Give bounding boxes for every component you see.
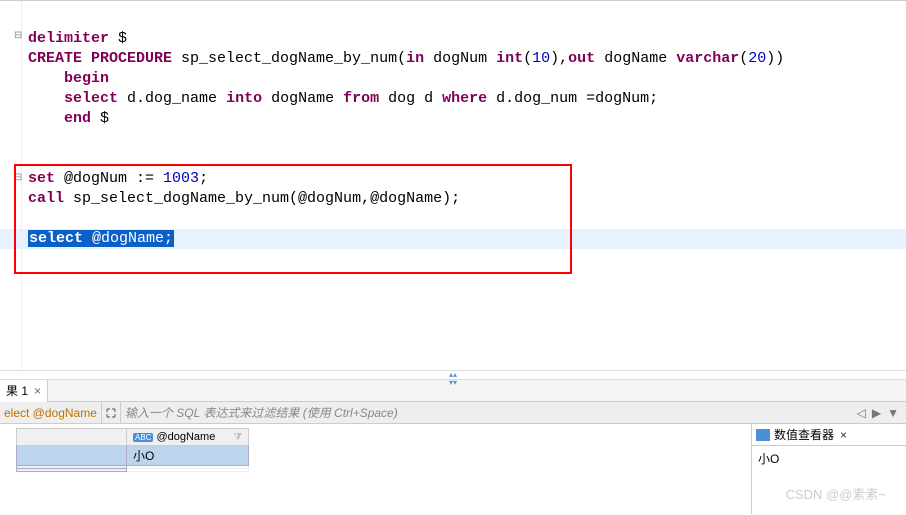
- nav-next-icon[interactable]: ▶: [869, 406, 884, 420]
- pane-splitter[interactable]: ▴▴▾▾: [0, 370, 906, 380]
- code-line-highlighted: select @dogName;: [0, 229, 906, 249]
- editor-gutter: ⊟ ⊟: [0, 1, 22, 370]
- close-icon[interactable]: ×: [34, 384, 41, 398]
- viewer-title: 数值查看器: [774, 426, 834, 443]
- code-line: [28, 130, 37, 147]
- filter-input[interactable]: 输入一个 SQL 表达式来过滤结果 (使用 Ctrl+Space): [121, 404, 854, 421]
- result-tab-1[interactable]: 果 1 ×: [0, 380, 48, 402]
- row-handle: [17, 469, 127, 472]
- code-line: delimiter $: [28, 30, 127, 47]
- column-name: @dogName: [156, 431, 215, 443]
- close-icon[interactable]: ×: [840, 428, 847, 442]
- viewer-value: 小O: [752, 446, 906, 471]
- expand-icon[interactable]: [102, 402, 121, 424]
- code-line: begin: [28, 70, 109, 87]
- results-filter-bar: elect @dogName 输入一个 SQL 表达式来过滤结果 (使用 Ctr…: [0, 402, 906, 424]
- code-line: call sp_select_dogName_by_num(@dogNum,@d…: [28, 190, 460, 207]
- column-header-dogname[interactable]: ABC@dogName ⧩: [127, 429, 249, 446]
- grid-corner: [17, 429, 127, 446]
- code-line: [28, 210, 37, 227]
- code-line: [28, 150, 37, 167]
- value-viewer-header: 数值查看器 ×: [752, 424, 906, 446]
- fold-icon[interactable]: ⊟: [14, 173, 23, 182]
- code-line: CREATE PROCEDURE sp_select_dogName_by_nu…: [28, 50, 784, 67]
- code-line: select d.dog_name into dogName from dog …: [28, 90, 658, 107]
- watermark: CSDN @@素素~: [786, 484, 886, 503]
- nav-prev-icon[interactable]: ◁: [854, 406, 869, 420]
- row-handle[interactable]: [17, 446, 127, 466]
- tab-label: 果 1: [6, 382, 28, 399]
- executed-query-label: elect @dogName: [0, 402, 102, 424]
- cell-value[interactable]: 小O: [127, 446, 249, 466]
- column-filter-icon[interactable]: ⧩: [233, 432, 242, 443]
- text-selection: select @dogName;: [28, 230, 174, 247]
- table-row[interactable]: 小O: [17, 446, 249, 466]
- results-pane: ABC@dogName ⧩ 小O 数值查看器 × 小O: [0, 424, 906, 514]
- code-block[interactable]: delimiter $ CREATE PROCEDURE sp_select_d…: [28, 9, 906, 289]
- type-badge-text-icon: ABC: [133, 433, 153, 442]
- fold-icon[interactable]: ⊟: [14, 31, 23, 40]
- result-nav: ◁ ▶ ▼: [854, 406, 906, 420]
- sql-editor[interactable]: ⊟ ⊟ delimiter $ CREATE PROCEDURE sp_sele…: [0, 0, 906, 370]
- code-line: end $: [28, 110, 109, 127]
- code-line: set @dogNum := 1003;: [28, 170, 208, 187]
- viewer-icon: [756, 429, 770, 441]
- result-grid[interactable]: ABC@dogName ⧩ 小O: [16, 428, 249, 472]
- empty-cell: [127, 469, 249, 472]
- result-grid-area: ABC@dogName ⧩ 小O: [0, 424, 751, 514]
- nav-menu-icon[interactable]: ▼: [884, 406, 902, 420]
- table-row-empty: [17, 469, 249, 472]
